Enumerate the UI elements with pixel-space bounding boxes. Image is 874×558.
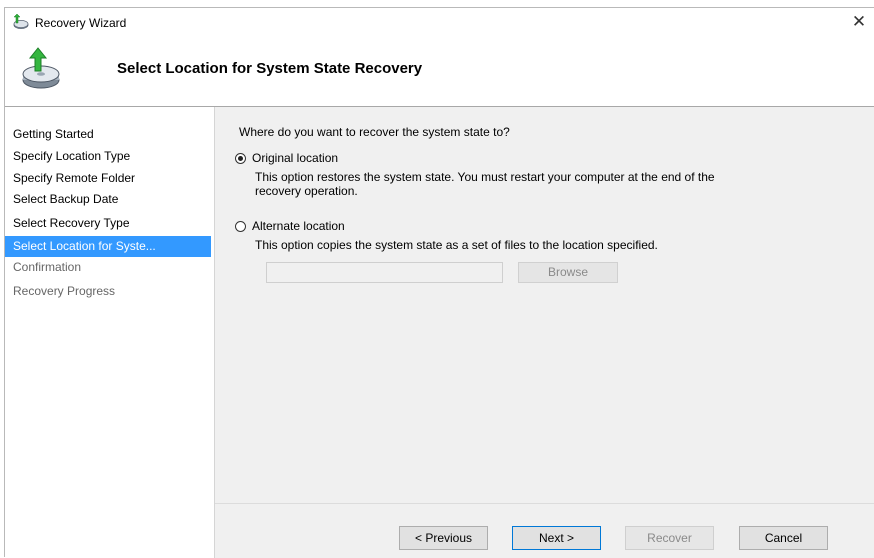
top-strip [0, 0, 874, 7]
sidebar-item-recovery-progress: Recovery Progress [13, 284, 116, 298]
sidebar-item-confirmation: Confirmation [13, 260, 82, 274]
title-bar[interactable]: Recovery Wizard ✕ [5, 8, 874, 38]
recover-button[interactable]: Recover [625, 526, 714, 550]
alternate-location-radio[interactable] [235, 220, 246, 232]
original-location-description: This option restores the system state. Y… [255, 170, 815, 198]
wizard-window: Recovery Wizard ✕ Select Location for Sy… [4, 7, 874, 558]
sidebar-item-specify-location-type[interactable]: Specify Location Type [5, 146, 215, 167]
next-button[interactable]: Next > [512, 526, 601, 550]
original-location-desc-line1: This option restores the system state. Y… [255, 170, 715, 184]
sidebar-item-select-backup-date[interactable]: Select Backup Date [5, 189, 215, 210]
previous-button[interactable]: < Previous [399, 526, 488, 550]
alternate-location-label: Alternate location [252, 219, 345, 233]
location-question: Where do you want to recover the system … [239, 125, 510, 139]
alternate-location-desc-line1: This option copies the system state as a… [255, 238, 658, 252]
window-title: Recovery Wizard [35, 16, 127, 30]
sidebar-item-specify-remote-folder[interactable]: Specify Remote Folder [5, 168, 215, 189]
alternate-path-input[interactable] [266, 262, 503, 283]
wizard-steps-sidebar: Getting Started Specify Location Type Sp… [5, 107, 215, 558]
page-title: Select Location for System State Recover… [117, 60, 423, 77]
original-location-desc-line2: recovery operation. [255, 184, 358, 198]
sidebar-item-select-location[interactable]: Select Location for Syste... [5, 236, 211, 257]
recovery-disk-icon [22, 47, 60, 89]
original-location-option[interactable]: Original location [235, 151, 338, 165]
sidebar-item-getting-started[interactable]: Getting Started [5, 124, 215, 145]
footer-divider [215, 503, 874, 504]
original-location-label: Original location [252, 151, 339, 165]
cancel-button[interactable]: Cancel [739, 526, 828, 550]
close-button[interactable]: ✕ [846, 11, 872, 33]
sidebar-item-select-recovery-type[interactable]: Select Recovery Type [5, 213, 215, 234]
original-location-radio[interactable] [235, 152, 246, 164]
alternate-location-description: This option copies the system state as a… [255, 238, 815, 252]
browse-button[interactable]: Browse [518, 262, 618, 283]
main-content: Where do you want to recover the system … [215, 107, 874, 558]
wizard-header: Select Location for System State Recover… [5, 38, 874, 107]
recovery-wizard-icon [13, 14, 29, 29]
close-icon: ✕ [851, 12, 867, 31]
alternate-location-option[interactable]: Alternate location [235, 219, 345, 233]
